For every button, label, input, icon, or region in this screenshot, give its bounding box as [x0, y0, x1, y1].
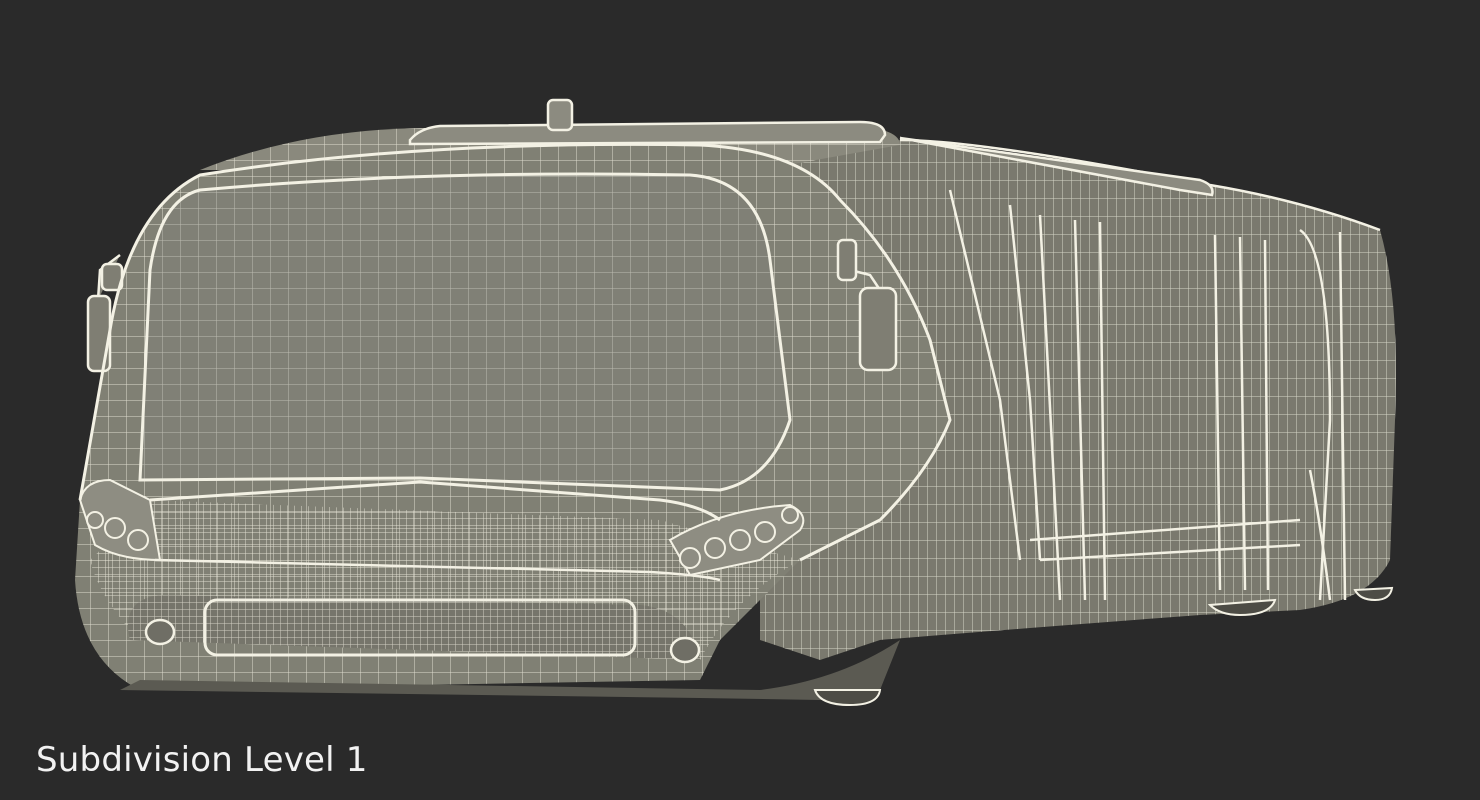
bus-body [75, 126, 1396, 700]
viewport: Subdivision Level 1 [0, 0, 1480, 800]
subdivision-level-caption: Subdivision Level 1 [36, 740, 368, 780]
wireframe-bus-render [75, 98, 1396, 707]
